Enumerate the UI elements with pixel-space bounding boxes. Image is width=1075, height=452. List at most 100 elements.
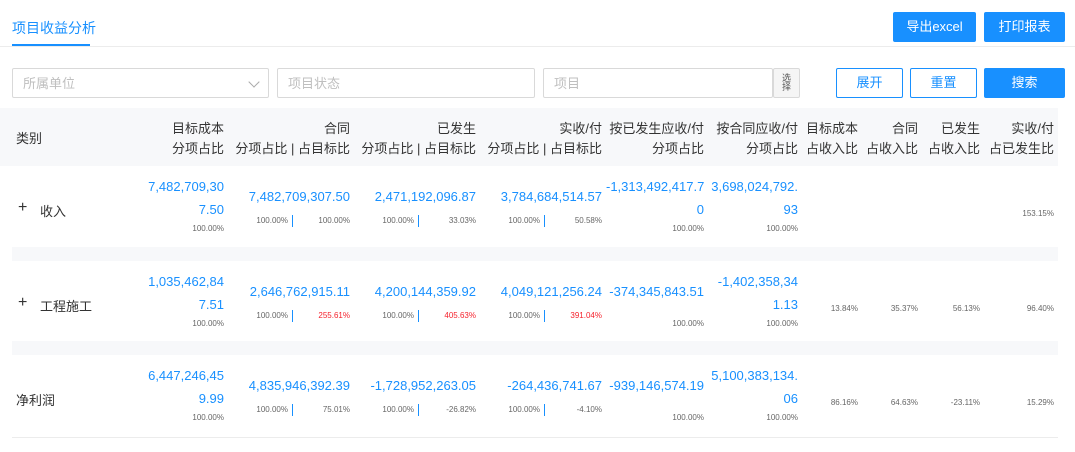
print-report-button[interactable]: 打印报表 bbox=[984, 12, 1065, 42]
target-cost-share: 100.00% bbox=[192, 413, 224, 422]
paid-target-ratio: 50.58% bbox=[574, 216, 602, 225]
expand-toggle-icon[interactable]: + bbox=[18, 199, 30, 217]
occurred-income-ratio: -23.11% bbox=[950, 398, 980, 407]
unit-select[interactable] bbox=[12, 68, 269, 98]
contract-divider bbox=[292, 404, 293, 416]
paid-value: -264,436,741.67 bbox=[507, 378, 602, 393]
by-occurred-value-line1: -374,345,843.51 bbox=[609, 284, 704, 299]
row-category-label: 工程施工 bbox=[40, 299, 93, 314]
by-contract-share: 100.00% bbox=[766, 224, 798, 233]
contract-value: 7,482,709,307.50 bbox=[248, 189, 350, 204]
contract-target-ratio: 255.61% bbox=[318, 311, 350, 320]
col-target-cost: 目标成本 分项占比 bbox=[140, 119, 224, 159]
col-paid-line1: 实收/付 bbox=[559, 121, 602, 136]
col-contract-income: 合同 占收入比 bbox=[862, 119, 918, 159]
by-contract-share: 100.00% bbox=[766, 413, 798, 422]
by-contract-value-line2: 06 bbox=[783, 391, 798, 406]
contract-value: 4,835,946,392.39 bbox=[248, 378, 350, 393]
row-category-label: 收入 bbox=[40, 204, 67, 219]
col-paid-occurred-line2: 占已发生比 bbox=[988, 141, 1054, 156]
by-contract-value-line1: 3,698,024,792. bbox=[711, 179, 798, 194]
occurred-target-ratio: 33.03% bbox=[448, 216, 476, 225]
project-picker-button[interactable]: 选 择 bbox=[773, 68, 800, 98]
project-status-field[interactable] bbox=[277, 68, 535, 98]
contract-income-ratio: 35.37% bbox=[890, 304, 918, 313]
occurred-target-ratio: -26.82% bbox=[446, 405, 476, 414]
target-cost-share: 100.00% bbox=[192, 319, 224, 328]
target-income-ratio: 86.16% bbox=[830, 398, 858, 407]
paid-divider bbox=[544, 215, 545, 227]
contract-divider bbox=[292, 310, 293, 322]
by-contract-value-line2: 1.13 bbox=[772, 297, 798, 312]
occurred-target-ratio: 405.63% bbox=[444, 311, 476, 320]
col-paid-occurred-line1: 实收/付 bbox=[1011, 121, 1054, 136]
reset-button[interactable]: 重置 bbox=[910, 68, 977, 98]
col-occurred-income-line2: 占收入比 bbox=[927, 141, 980, 156]
target-cost-value-line2: 7.50 bbox=[198, 202, 224, 217]
target-cost-share: 100.00% bbox=[192, 224, 224, 233]
col-contract-line2: 分项占比 | 占目标比 bbox=[235, 141, 350, 156]
by-occurred-value-line1: -939,146,574.19 bbox=[609, 378, 704, 393]
contract-target-ratio: 75.01% bbox=[322, 405, 350, 414]
col-by-occurred-line1: 按已发生应收/付 bbox=[609, 121, 704, 136]
occurred-value: -1,728,952,263.05 bbox=[370, 378, 476, 393]
paid-target-ratio: 391.04% bbox=[570, 311, 602, 320]
paid-occurred-ratio: 15.29% bbox=[1026, 398, 1054, 407]
contract-divider bbox=[292, 215, 293, 227]
occurred-divider bbox=[418, 404, 419, 416]
paid-divider bbox=[544, 404, 545, 416]
paid-divider bbox=[544, 310, 545, 322]
search-button[interactable]: 搜索 bbox=[984, 68, 1065, 98]
col-occurred-line1: 已发生 bbox=[436, 121, 476, 136]
project-status-input[interactable] bbox=[278, 69, 534, 97]
occurred-share: 100.00% bbox=[382, 311, 414, 320]
contract-income-ratio: 64.63% bbox=[890, 398, 918, 407]
by-contract-value-line2: 93 bbox=[783, 202, 798, 217]
expand-button[interactable]: 展开 bbox=[836, 68, 903, 98]
occurred-income-ratio: 56.13% bbox=[952, 304, 980, 313]
by-contract-value-line1: 5,100,383,134. bbox=[711, 368, 798, 383]
col-by-contract-line2: 分项占比 bbox=[745, 141, 798, 156]
occurred-share: 100.00% bbox=[382, 405, 414, 414]
col-contract-income-line1: 合同 bbox=[891, 121, 918, 136]
target-cost-value-line2: 7.51 bbox=[198, 297, 224, 312]
by-occurred-value-line2: 0 bbox=[696, 202, 704, 217]
contract-value: 2,646,762,915.11 bbox=[249, 284, 350, 299]
paid-occurred-ratio: 96.40% bbox=[1026, 304, 1054, 313]
paid-share: 100.00% bbox=[508, 405, 540, 414]
col-by-occurred: 按已发生应收/付 分项占比 bbox=[606, 119, 704, 159]
export-excel-button[interactable]: 导出excel bbox=[893, 12, 976, 42]
col-category: 类别 bbox=[16, 131, 43, 146]
target-income-ratio: 13.84% bbox=[830, 304, 858, 313]
project-input[interactable] bbox=[544, 69, 772, 97]
col-occurred-income-line1: 已发生 bbox=[940, 121, 980, 136]
unit-select-input[interactable] bbox=[13, 69, 268, 97]
col-paid: 实收/付 分项占比 | 占目标比 bbox=[482, 119, 602, 159]
paid-target-ratio: -4.10% bbox=[576, 405, 602, 414]
contract-target-ratio: 100.00% bbox=[318, 216, 350, 225]
expand-toggle-icon[interactable]: + bbox=[18, 294, 30, 312]
col-by-occurred-line2: 分项占比 bbox=[651, 141, 704, 156]
target-cost-value-line1: 6,447,246,45 bbox=[148, 368, 224, 383]
by-contract-value-line1: -1,402,358,34 bbox=[717, 274, 798, 289]
paid-value: 3,784,684,514.57 bbox=[500, 189, 602, 204]
col-target-income: 目标成本 占收入比 bbox=[800, 119, 858, 159]
col-occurred-income: 已发生 占收入比 bbox=[922, 119, 980, 159]
target-cost-value-line2: 9.99 bbox=[198, 391, 224, 406]
by-occurred-share: 100.00% bbox=[672, 319, 704, 328]
col-occurred-line2: 分项占比 | 占目标比 bbox=[361, 141, 476, 156]
row-category-label: 净利润 bbox=[16, 393, 56, 408]
occurred-share: 100.00% bbox=[382, 216, 414, 225]
target-cost-value-line1: 7,482,709,30 bbox=[148, 179, 224, 194]
tab-divider bbox=[0, 46, 1075, 47]
project-field[interactable] bbox=[543, 68, 773, 98]
col-contract-line1: 合同 bbox=[323, 121, 350, 136]
tab-project-profit-analysis[interactable]: 项目收益分析 bbox=[12, 18, 96, 38]
col-contract: 合同 分项占比 | 占目标比 bbox=[230, 119, 350, 159]
occurred-divider bbox=[418, 310, 419, 322]
col-target-cost-line1: 目标成本 bbox=[171, 121, 224, 136]
paid-value: 4,049,121,256.24 bbox=[500, 284, 602, 299]
contract-share: 100.00% bbox=[256, 216, 288, 225]
occurred-value: 4,200,144,359.92 bbox=[374, 284, 476, 299]
target-cost-value-line1: 1,035,462,84 bbox=[148, 274, 224, 289]
